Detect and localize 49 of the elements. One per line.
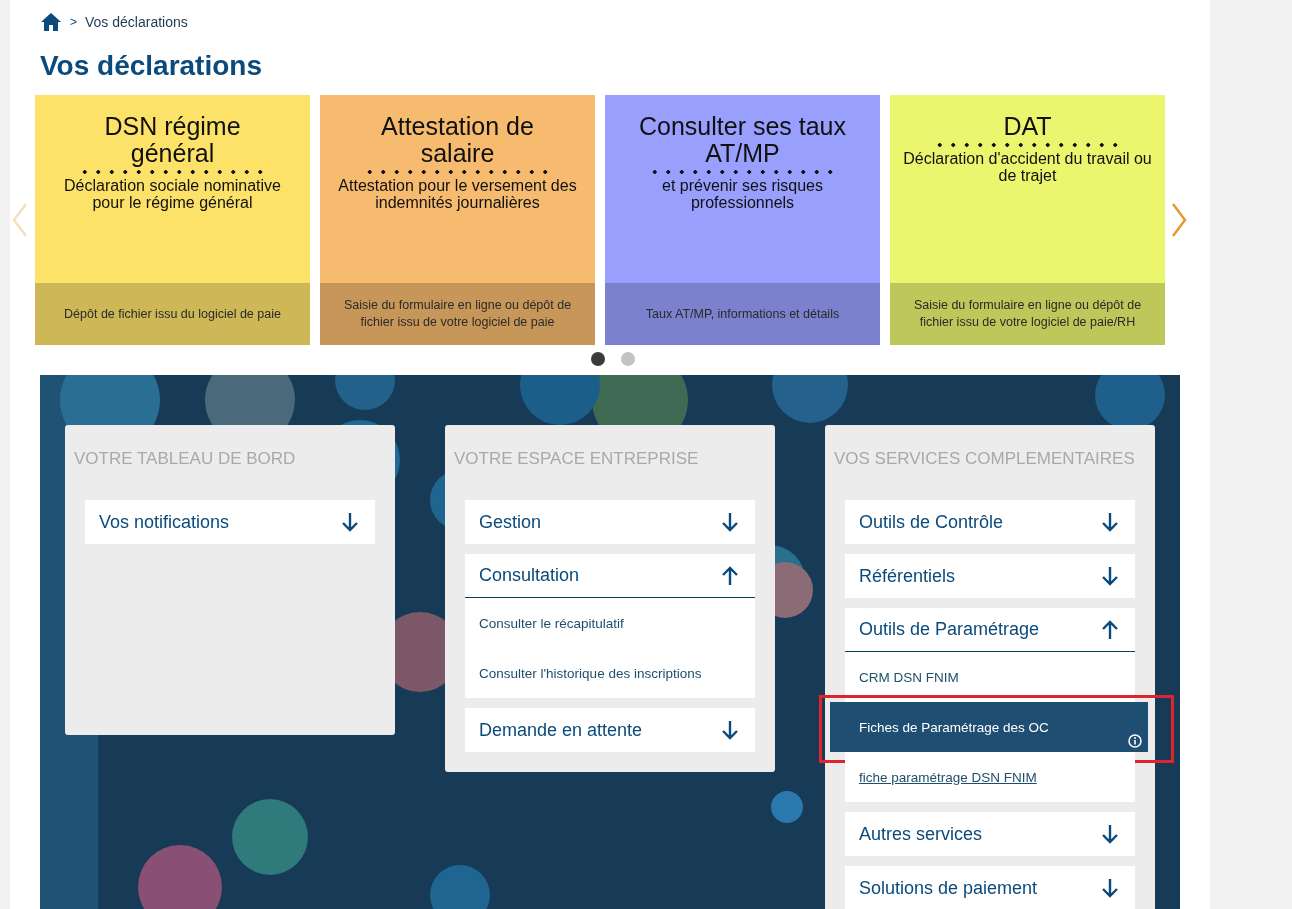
declaration-tile[interactable]: Attestation de salaire Attestation pour le versement des indemnités journalières Saisie du formulaire en ligne ou dépôt de fichier issu de votre logiciel de paie [320, 95, 595, 345]
info-icon [1128, 734, 1142, 748]
arrow-up-icon [721, 565, 739, 586]
breadcrumb-separator: > [70, 15, 77, 29]
menu-link[interactable]: Consulter l'historique des inscriptions [465, 648, 755, 698]
tile-subtitle: et prévenir ses risques professionnels [661, 177, 824, 211]
breadcrumb-current: Vos déclarations [85, 14, 188, 30]
accordion-header[interactable]: Autres services [845, 812, 1135, 856]
card-heading: VOS SERVICES COMPLEMENTAIRES [834, 449, 1136, 469]
text-link[interactable]: fiche paramétrage DSN FNIM [845, 752, 1135, 802]
tile-title: DSN régime général [103, 113, 242, 167]
accordion-header[interactable]: Gestion [465, 500, 755, 544]
arrow-up-icon [1101, 619, 1119, 640]
declaration-tile[interactable]: DSN régime général Déclaration sociale nominative pour le régime général Dépôt de fichier issu du logiciel de paie [35, 95, 310, 345]
page-title: Vos déclarations [40, 49, 263, 83]
arrow-down-icon [721, 512, 739, 532]
declaration-tile[interactable]: Consulter ses taux AT/MP et prévenir ses risques professionnels Taux AT/MP, informations et détails [605, 95, 880, 345]
tile-subtitle: Déclaration sociale nominative pour le régime général [63, 177, 282, 211]
carousel-dot[interactable] [621, 352, 635, 366]
accordion-header[interactable]: Demande en attente [465, 708, 755, 752]
menu-link[interactable]: Fiches de Paramétrage des OC [830, 702, 1148, 752]
menu-link[interactable]: CRM DSN FNIM [845, 652, 1135, 702]
tile-subtitle: Attestation pour le versement des indemnités journalières [337, 177, 578, 211]
tile-footer-text: Dépôt de fichier issu du logiciel de paie [64, 305, 281, 323]
carousel-dot[interactable] [591, 352, 605, 366]
tile-subtitle: Déclaration d'accident du travail ou de trajet [902, 150, 1153, 184]
tile-footer-text: Saisie du formulaire en ligne ou dépôt de fichier issu de votre logiciel de paie/RH [912, 297, 1143, 331]
card-heading: VOTRE TABLEAU DE BORD [74, 449, 297, 469]
accordion-header[interactable]: Consultation [465, 554, 755, 598]
accordion-header[interactable]: Référentiels [845, 554, 1135, 598]
home-icon[interactable] [40, 12, 62, 32]
arrow-down-icon [1101, 566, 1119, 586]
tile-footer-text: Taux AT/MP, informations et détails [645, 305, 840, 323]
accordion-header[interactable]: Outils de Paramétrage [845, 608, 1135, 652]
card-heading: VOTRE ESPACE ENTREPRISE [454, 449, 700, 469]
tile-title: DAT [1003, 113, 1052, 140]
menu-link[interactable]: Consulter le récapitulatif [465, 598, 755, 648]
declaration-tile[interactable]: DAT Déclaration d'accident du travail ou de trajet Saisie du formulaire en ligne ou dépôt de fichier issu de votre logiciel de paie/RH [890, 95, 1165, 345]
arrow-down-icon [341, 512, 359, 532]
arrow-down-icon [1101, 878, 1119, 898]
arrow-down-icon [1101, 824, 1119, 844]
tile-title: Attestation de salaire [380, 113, 535, 167]
accordion-header[interactable]: Outils de Contrôle [845, 500, 1135, 544]
accordion-header[interactable]: Vos notifications [85, 500, 375, 544]
tile-title: Consulter ses taux AT/MP [637, 113, 847, 167]
accordion-header[interactable]: Solutions de paiement [845, 866, 1135, 909]
arrow-down-icon [721, 720, 739, 740]
arrow-down-icon [1101, 512, 1119, 532]
tile-footer-text: Saisie du formulaire en ligne ou dépôt de fichier issu de votre logiciel de paie [342, 297, 573, 331]
